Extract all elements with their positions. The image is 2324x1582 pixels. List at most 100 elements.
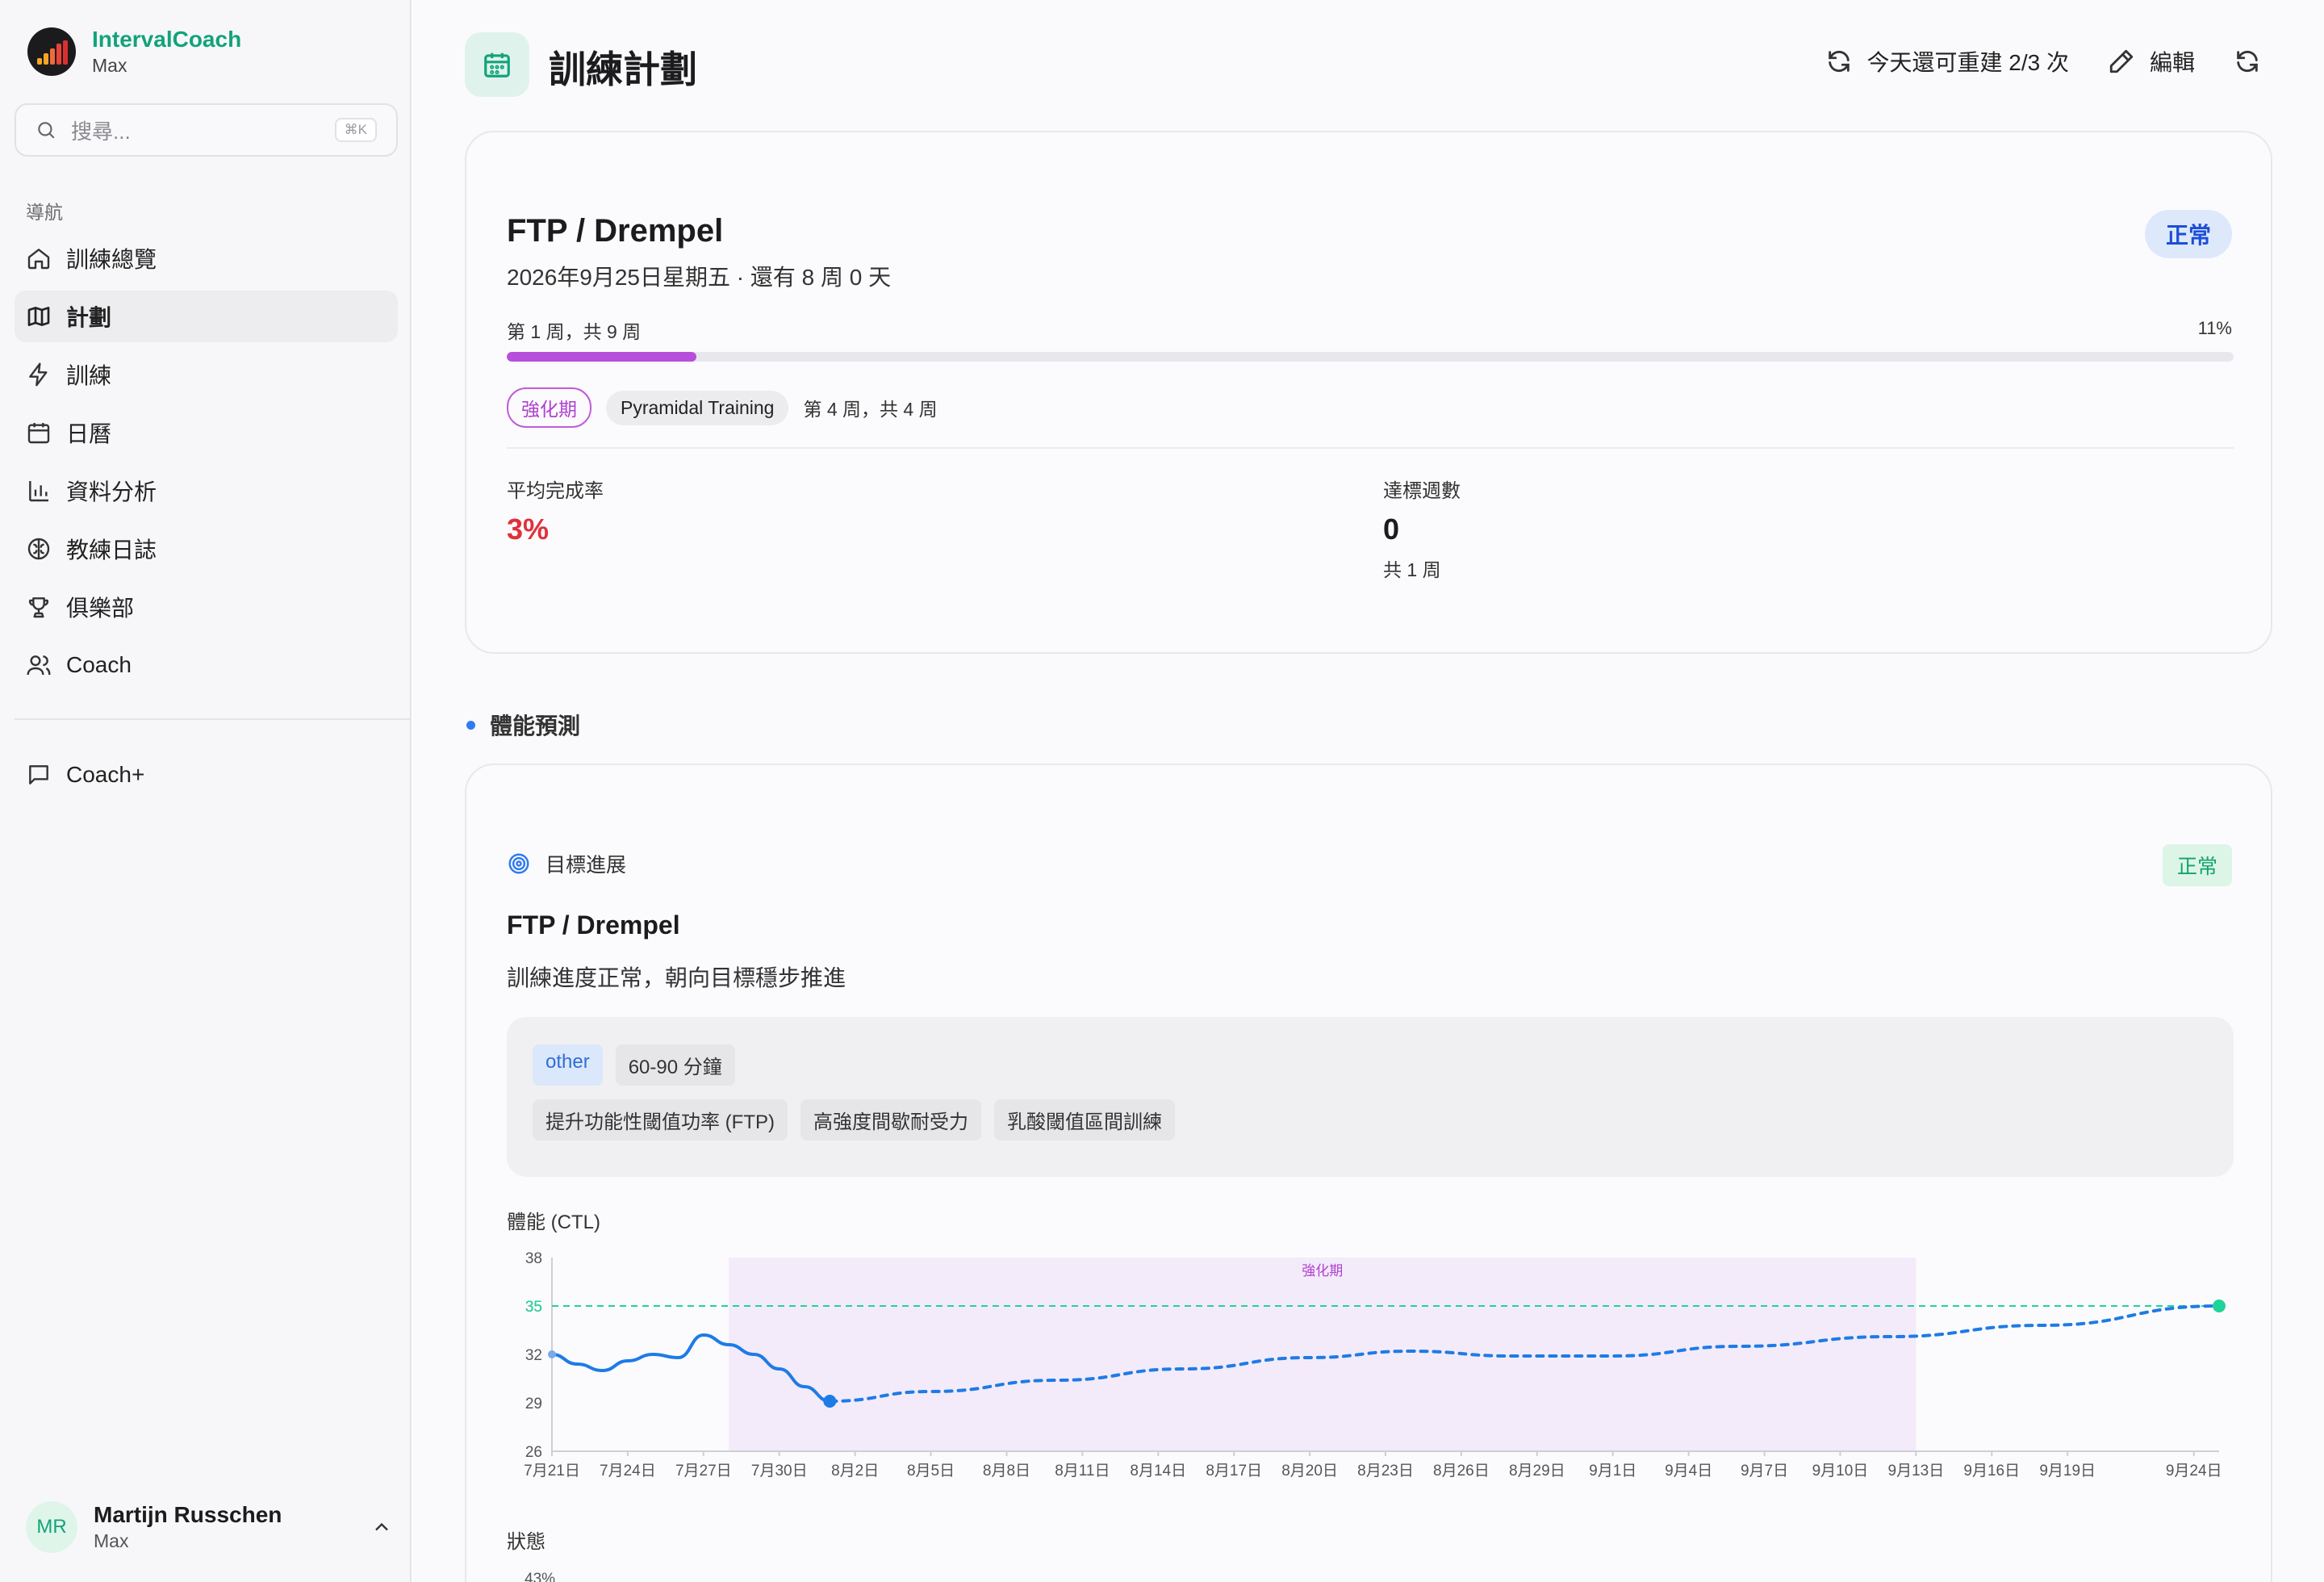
sidebar-item-label: 教練日誌 xyxy=(66,538,157,563)
sidebar-item-label: 資料分析 xyxy=(66,479,157,504)
plan-summary-card: FTP / Drempel 2026年9月25日星期五 · 還有 8 周 0 天… xyxy=(465,131,2272,654)
header-actions: 今天還可重建 2/3 次 編輯 xyxy=(1825,45,2262,77)
sidebar-item-club[interactable]: 俱樂部 xyxy=(15,581,398,633)
status-badge: 正常 xyxy=(2144,210,2232,258)
sidebar-item-coach-journal[interactable]: 教練日誌 xyxy=(15,523,398,575)
calendar-icon xyxy=(465,32,529,97)
edit-button[interactable]: 編輯 xyxy=(2108,45,2195,77)
goal-date: 2026年9月25日星期五 · 還有 8 周 0 天 xyxy=(507,265,892,290)
target-icon xyxy=(508,853,529,874)
brain-icon xyxy=(27,538,50,560)
x-tick-label: 8月5日 xyxy=(907,1463,955,1479)
goal-progress-heading: 目標進展 xyxy=(507,849,626,878)
message-square-icon xyxy=(29,765,48,785)
focus-chip: 乳酸閾值區間訓練 xyxy=(993,1099,1175,1140)
current-point xyxy=(823,1395,837,1408)
stat-value: 3% xyxy=(507,513,550,546)
progress-percent: 11% xyxy=(2197,318,2232,338)
y-tick-label: 26 xyxy=(525,1444,542,1461)
avg-completion-stat: 平均完成率 3% xyxy=(507,475,604,546)
forecast-card: 目標進展 正常 FTP / Drempel 訓練進度正常，朝向目標穩步推進 ot… xyxy=(465,764,2272,1582)
phase-row: 強化期 Pyramidal Training 第 4 周，共 4 周 xyxy=(507,387,938,428)
x-tick-label: 8月11日 xyxy=(1055,1463,1110,1479)
goal-progress-label: 目標進展 xyxy=(545,854,627,877)
x-tick-label: 8月26日 xyxy=(1433,1463,1490,1479)
x-tick-label: 9月19日 xyxy=(2039,1463,2096,1479)
x-tick-label: 7月30日 xyxy=(751,1463,808,1479)
chart-label: 體能 (CTL) xyxy=(507,1212,600,1233)
edit-label: 編輯 xyxy=(2149,50,2195,75)
nav-heading: 導航 xyxy=(26,202,63,223)
x-tick-label: 9月4日 xyxy=(1665,1463,1712,1479)
trophy-icon xyxy=(28,597,49,618)
sidebar-item-coach-plus[interactable]: Coach+ xyxy=(15,749,398,801)
focus-chip-row: 提升功能性閾值功率 (FTP) 高強度間歇耐受力 乳酸閾值區間訓練 xyxy=(533,1099,1175,1140)
search-icon xyxy=(38,122,55,139)
rebuild-button[interactable]: 今天還可重建 2/3 次 xyxy=(1825,45,2069,77)
nav-list: 訓練總覽 計劃 訓練 日曆 資料分析 教練日誌 俱樂部 Coach xyxy=(15,232,398,697)
x-tick-label: 8月2日 xyxy=(831,1463,879,1479)
map-icon xyxy=(27,307,50,326)
search-placeholder: 搜尋... xyxy=(71,119,131,144)
search-input[interactable]: 搜尋... ⌘K xyxy=(15,103,398,157)
x-tick-label: 9月24日 xyxy=(2166,1463,2222,1479)
sidebar-item-analytics[interactable]: 資料分析 xyxy=(15,465,398,517)
info-chip-row: other 60-90 分鐘 xyxy=(533,1044,735,1086)
x-tick-label: 9月1日 xyxy=(1589,1463,1636,1479)
x-tick-label: 7月27日 xyxy=(675,1463,732,1479)
card-divider xyxy=(507,447,2234,449)
x-tick-label: 8月23日 xyxy=(1357,1463,1414,1479)
stat-label: 平均完成率 xyxy=(507,480,604,502)
focus-chip: 提升功能性閾值功率 (FTP) xyxy=(533,1099,788,1140)
rebuild-label: 今天還可重建 2/3 次 xyxy=(1866,50,2069,75)
training-type-tag: Pyramidal Training xyxy=(606,390,789,425)
plan-progress-fill xyxy=(507,352,697,362)
sidebar-item-label: 訓練總覽 xyxy=(66,247,157,272)
sidebar-item-plan[interactable]: 計劃 xyxy=(15,291,398,342)
sidebar-item-label: 計劃 xyxy=(66,305,112,330)
ctl-chart: 強化期 26 29 32 35 38 7月21日 7月24日 7月27日 7月30日 8月2日 8月5… xyxy=(524,1250,2226,1479)
app-name: IntervalCoach xyxy=(92,27,242,52)
home-icon xyxy=(27,249,50,270)
bar-chart-icon xyxy=(29,481,48,502)
target-label: 35 xyxy=(525,1299,542,1316)
user-menu[interactable]: MR Martijn Russchen Max xyxy=(26,1501,393,1553)
chevron-up-icon xyxy=(375,1522,388,1531)
x-tick-label: 9月13日 xyxy=(1888,1463,1945,1479)
focus-chip: 高強度間歇耐受力 xyxy=(800,1099,981,1140)
section-title: 體能預測 xyxy=(490,714,581,739)
stat-value: 0 xyxy=(1383,513,1400,546)
sidebar-item-overview[interactable]: 訓練總覽 xyxy=(15,232,398,284)
x-tick-label: 8月17日 xyxy=(1206,1463,1262,1479)
sidebar-item-coach[interactable]: Coach xyxy=(15,639,398,691)
sidebar-item-label: 俱樂部 xyxy=(66,596,135,621)
week-label: 第 1 周，共 9 周 xyxy=(507,321,642,342)
x-tick-label: 8月20日 xyxy=(1281,1463,1338,1479)
weeks-met-stat: 達標週數 0 共 1 周 xyxy=(1383,475,1461,582)
sidebar-item-calendar[interactable]: 日曆 xyxy=(15,407,398,458)
sidebar: IntervalCoach Max 搜尋... ⌘K 導航 訓練總覽 計劃 訓練… xyxy=(0,0,412,1582)
y-tick-label: 29 xyxy=(525,1396,542,1412)
sport-chip: other xyxy=(533,1044,603,1086)
phase-band-label: 強化期 xyxy=(1302,1263,1343,1279)
sidebar-divider xyxy=(15,718,412,720)
refresh-icon xyxy=(1828,50,1850,73)
goal-title: FTP / Drempel xyxy=(507,213,724,249)
section-dot-icon xyxy=(466,720,475,730)
y-tick-label: 38 xyxy=(525,1250,542,1267)
user-name: Martijn Russchen xyxy=(94,1502,282,1527)
phase-band xyxy=(729,1258,1916,1451)
sidebar-item-label: 日曆 xyxy=(66,421,112,446)
avatar: MR xyxy=(26,1501,77,1553)
sidebar-item-workouts[interactable]: 訓練 xyxy=(15,349,398,400)
sidebar-item-label: Coach+ xyxy=(66,762,145,787)
state-y-tick: 43% xyxy=(525,1571,556,1582)
refresh-icon xyxy=(2237,50,2258,73)
refresh-button[interactable] xyxy=(2234,48,2261,75)
phase-tag: 強化期 xyxy=(507,387,591,428)
stat-subtitle: 共 1 周 xyxy=(1383,559,1441,580)
x-tick-label: 9月16日 xyxy=(1963,1463,2020,1479)
brand[interactable]: IntervalCoach Max xyxy=(27,26,241,77)
goal-end-point xyxy=(2213,1300,2226,1312)
sidebar-coach-plus: Coach+ xyxy=(15,749,398,807)
